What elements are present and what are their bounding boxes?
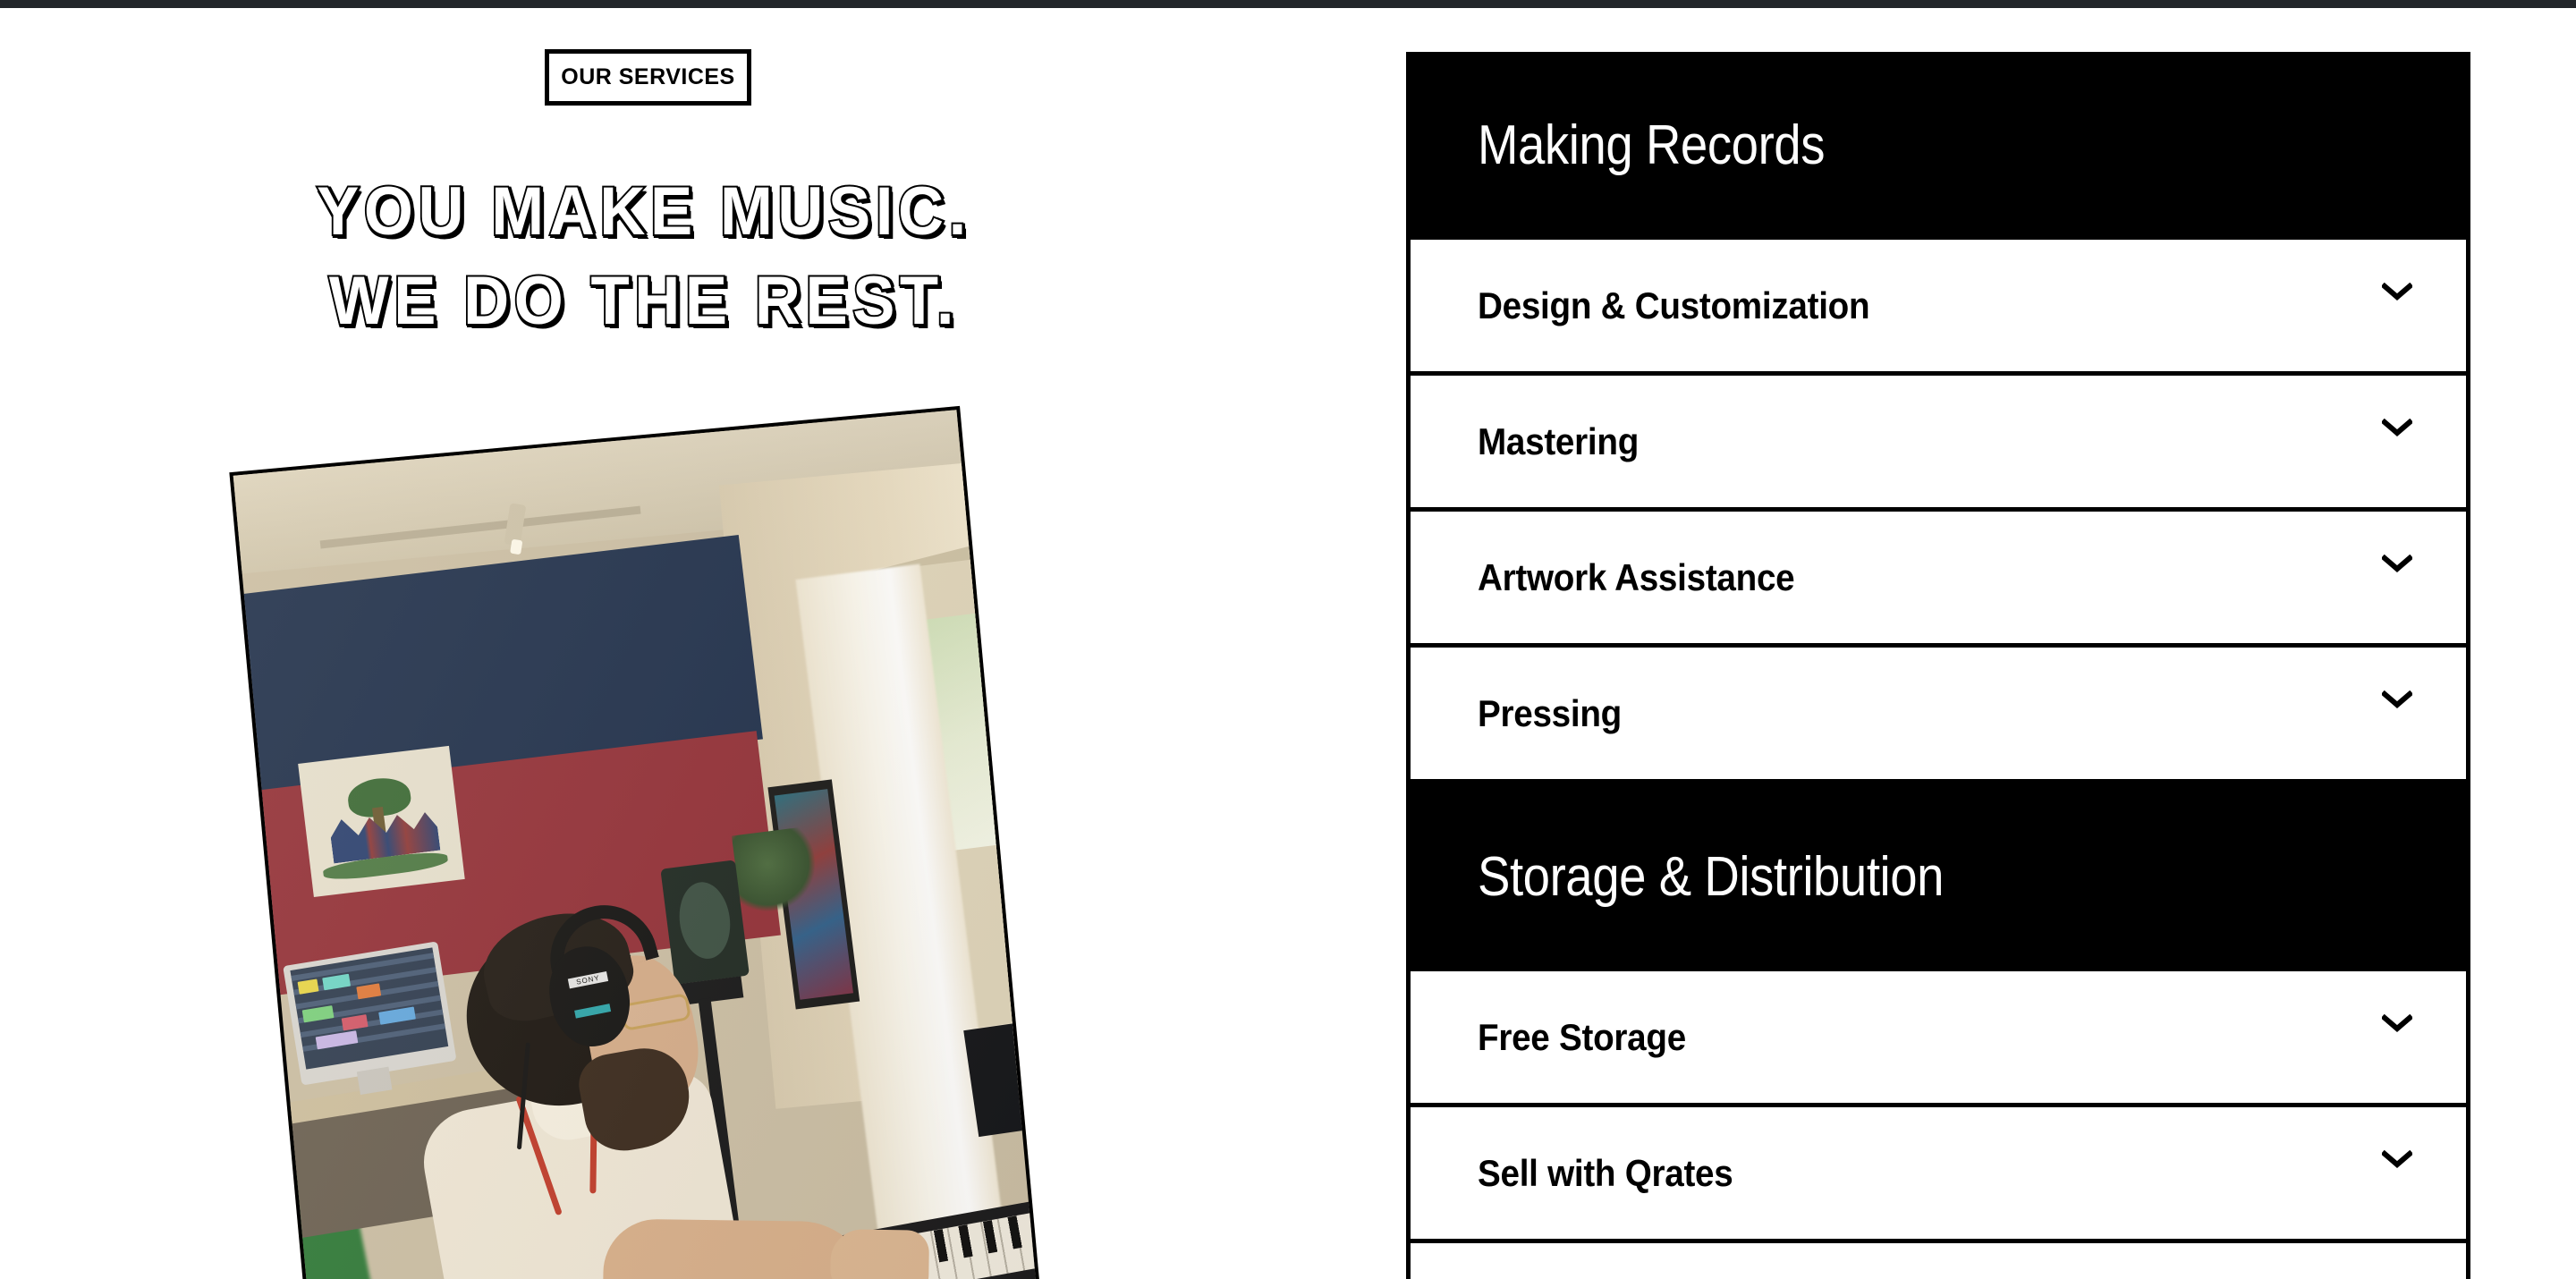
headline-line-2: WE DO THE REST. [327, 261, 960, 341]
accordion-item-free-storage[interactable]: Free Storage [1411, 967, 2466, 1107]
accordion-item-pressing[interactable]: Pressing [1411, 643, 2466, 783]
services-intro-column: OUR SERVICES YOU MAKE MUSIC. WE DO THE R… [0, 8, 1395, 1279]
accordion-item-label: Pressing [1478, 691, 1623, 734]
accordion-item-label: Free Storage [1478, 1015, 1686, 1058]
accordion-item-label: Artwork Assistance [1478, 555, 1795, 598]
browser-chrome-bar [0, 0, 2576, 8]
accordion-item-label: Mastering [1478, 419, 1640, 462]
page-root: OUR SERVICES YOU MAKE MUSIC. WE DO THE R… [0, 0, 2576, 1279]
accordion-item-next-partial[interactable] [1411, 1239, 2466, 1279]
services-accordion: Making Records Design & Customization Ma… [1406, 52, 2470, 1279]
accordion-item-sell-with-qrates[interactable]: Sell with Qrates [1411, 1103, 2466, 1243]
accordion-group-title: Storage & Distribution [1478, 846, 1945, 909]
chevron-down-icon[interactable] [2382, 1014, 2412, 1032]
chevron-down-icon[interactable] [2382, 1150, 2412, 1168]
studio-photo-content: SONY [233, 410, 1038, 1279]
photo-person-hand [829, 1229, 930, 1279]
headline-line-1: YOU MAKE MUSIC. [315, 172, 971, 251]
chevron-down-icon[interactable] [2382, 283, 2412, 301]
our-services-badge-label: OUR SERVICES [561, 64, 735, 89]
chevron-down-icon[interactable] [2382, 690, 2412, 708]
accordion-group-header-storage-distribution: Storage & Distribution [1411, 783, 2466, 971]
accordion-item-label: Sell with Qrates [1478, 1151, 1733, 1194]
accordion-item-mastering[interactable]: Mastering [1411, 371, 2466, 512]
photo-plant [731, 826, 822, 916]
accordion-item-label: Design & Customization [1478, 284, 1870, 326]
accordion-item-design-customization[interactable]: Design & Customization [1411, 235, 2466, 376]
chevron-down-icon[interactable] [2382, 555, 2412, 572]
chevron-down-icon[interactable] [2382, 419, 2412, 436]
accordion-group-header-making-records: Making Records [1411, 52, 2466, 240]
accordion-item-artwork-assistance[interactable]: Artwork Assistance [1411, 507, 2466, 648]
page-headline: YOU MAKE MUSIC. WE DO THE REST. [0, 167, 1288, 346]
photo-spotlight-glow [510, 538, 523, 555]
studio-photo: SONY [229, 405, 1041, 1279]
accordion-group-title: Making Records [1478, 114, 1826, 177]
our-services-badge: OUR SERVICES [545, 49, 751, 106]
